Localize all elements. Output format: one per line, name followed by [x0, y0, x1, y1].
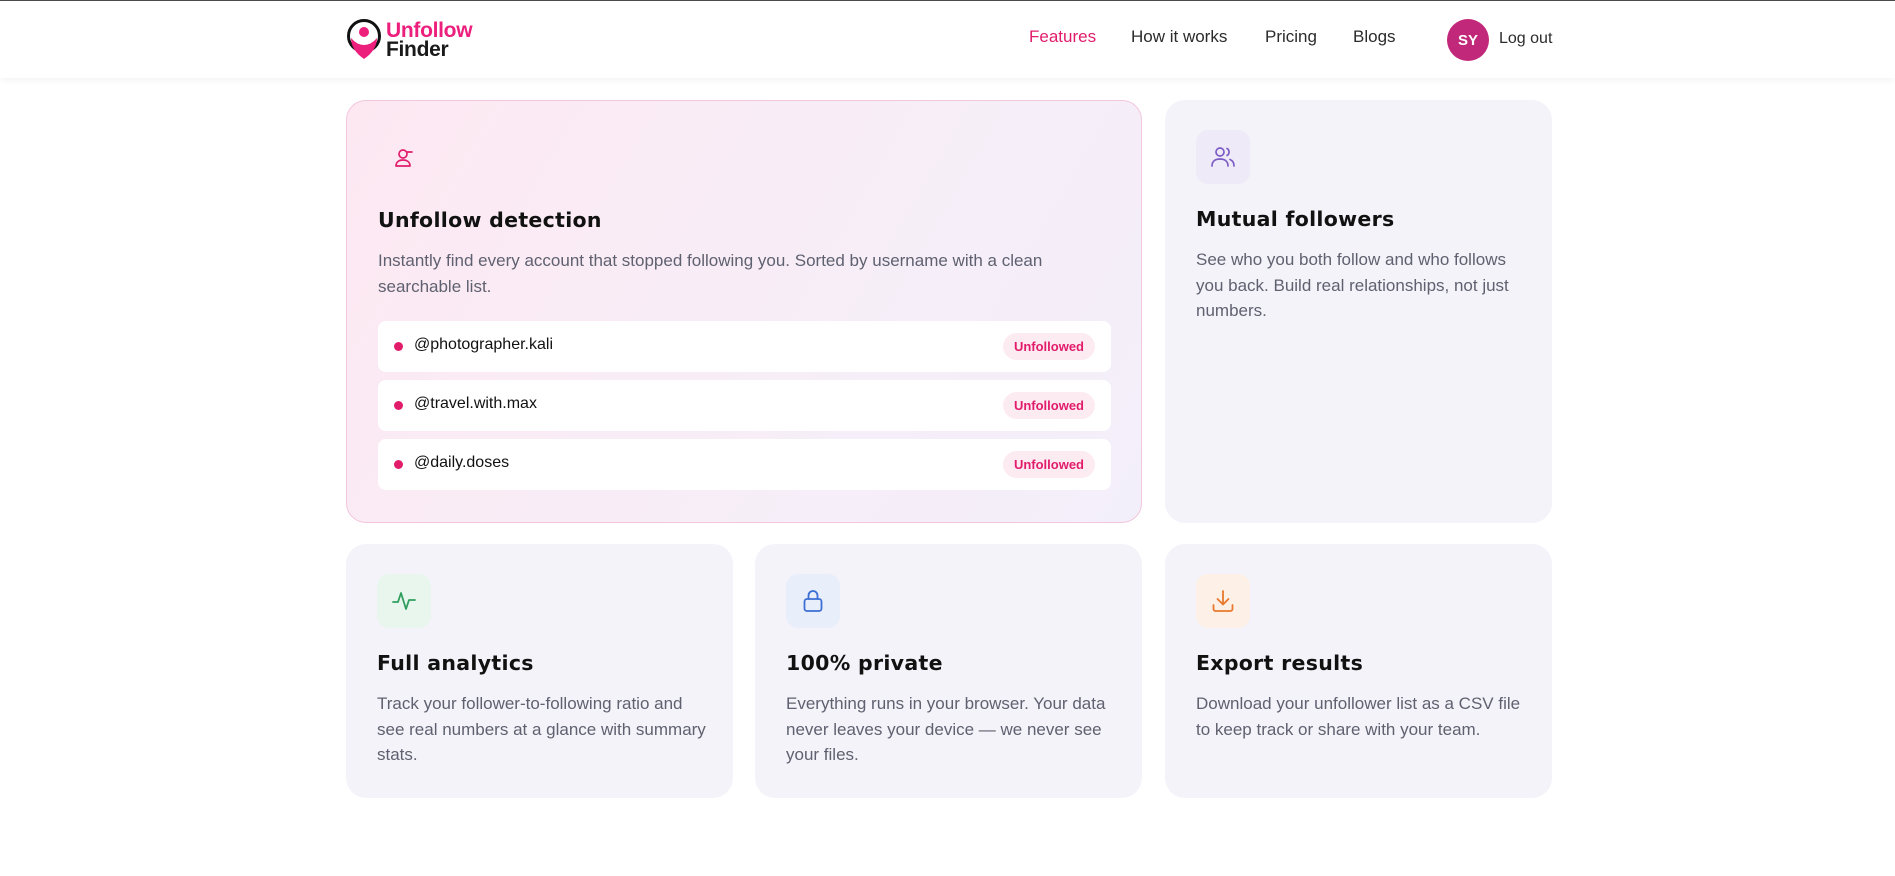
- card-title: Unfollow detection: [378, 208, 602, 232]
- brand-logo[interactable]: Unfollow Finder: [346, 18, 473, 62]
- card-title: Mutual followers: [1196, 207, 1395, 231]
- card-title: 100% private: [786, 651, 943, 675]
- analytics-icon-box: [377, 574, 431, 628]
- nav-blogs[interactable]: Blogs: [1353, 27, 1396, 51]
- feature-card-private: 100% private Everything runs in your bro…: [755, 544, 1142, 798]
- top-navigation-bar: Unfollow Finder Features How it works Pr…: [0, 0, 1895, 78]
- username: @travel.with.max: [414, 395, 537, 412]
- export-icon-box: [1196, 574, 1250, 628]
- username: @daily.doses: [414, 454, 510, 471]
- card-description: Track your follower-to-following ratio a…: [377, 694, 706, 764]
- mutual-icon-box: [1196, 130, 1250, 184]
- unfollowed-badge: Unfollowed: [1002, 333, 1095, 360]
- user-avatar[interactable]: SY: [1447, 19, 1489, 61]
- card-title: Export results: [1196, 651, 1364, 675]
- list-item[interactable]: @daily.doses Unfollowed: [378, 439, 1111, 490]
- nav-how-it-works[interactable]: How it works: [1131, 27, 1227, 51]
- card-description: See who you both follow and who follows …: [1196, 250, 1509, 320]
- download-icon: [1212, 590, 1234, 612]
- feature-card-mutual-followers: Mutual followers See who you both follow…: [1165, 100, 1552, 523]
- logout-link[interactable]: Log out: [1499, 30, 1552, 48]
- card-title: Full analytics: [377, 651, 534, 675]
- unfollow-icon-box: [378, 131, 432, 185]
- nav-features[interactable]: Features: [1029, 27, 1096, 51]
- status-dot: [394, 460, 403, 469]
- unfollowed-badge: Unfollowed: [1002, 392, 1095, 419]
- private-icon-box: [786, 574, 840, 628]
- logo-mark-icon: [347, 19, 381, 59]
- username: @photographer.kali: [414, 336, 553, 353]
- activity-icon: [392, 592, 416, 610]
- user-minus-icon: [395, 149, 413, 167]
- nav-pricing[interactable]: Pricing: [1265, 27, 1317, 51]
- feature-card-full-analytics: Full analytics Track your follower-to-fo…: [346, 544, 733, 798]
- feature-card-unfollow-detection: Unfollow detection Instantly find every …: [346, 100, 1142, 523]
- lock-icon: [803, 590, 823, 612]
- card-description: Download your unfollower list as a CSV f…: [1196, 694, 1521, 739]
- status-dot: [394, 342, 403, 351]
- list-item[interactable]: @photographer.kali Unfollowed: [378, 321, 1111, 372]
- card-description: Everything runs in your browser. Your da…: [786, 694, 1106, 764]
- status-dot: [394, 401, 403, 410]
- unfollowed-badge: Unfollowed: [1002, 451, 1095, 478]
- brand-name-line2: Finder: [386, 38, 449, 61]
- feature-card-export-results: Export results Download your unfollower …: [1165, 544, 1552, 798]
- users-icon: [1211, 147, 1235, 167]
- list-item[interactable]: @travel.with.max Unfollowed: [378, 380, 1111, 431]
- card-description: Instantly find every account that stoppe…: [378, 251, 1043, 296]
